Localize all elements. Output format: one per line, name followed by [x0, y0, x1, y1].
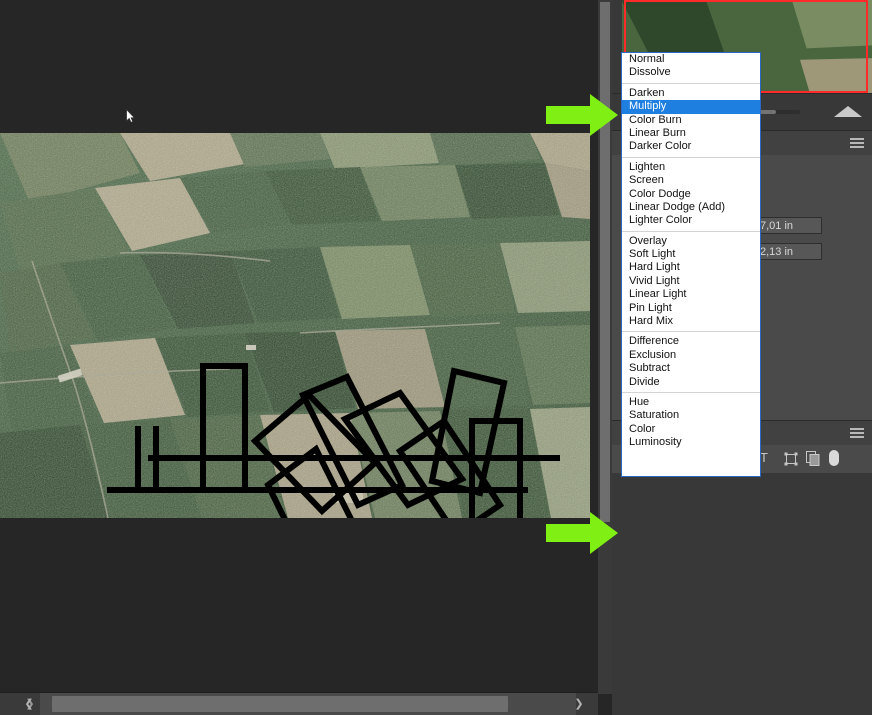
blend-mode-option-darken[interactable]: Darken	[622, 87, 760, 100]
menu-separator	[622, 156, 760, 158]
menu-separator	[622, 391, 760, 393]
image-canvas[interactable]	[0, 133, 590, 518]
mouse-cursor-icon	[126, 109, 135, 123]
horizontal-scrollbar[interactable]: ❯ ❮ ❯	[0, 692, 598, 715]
scroll-right-arrow-icon[interactable]: ❯	[570, 693, 588, 715]
blend-mode-option-luminosity[interactable]: Luminosity	[622, 436, 760, 449]
toggle-switch-icon[interactable]	[828, 449, 840, 467]
blend-mode-option-screen[interactable]: Screen	[622, 174, 760, 187]
blend-mode-option-overlay[interactable]: Overlay	[622, 235, 760, 248]
height-field[interactable]: 2,13 in	[754, 243, 822, 260]
canvas-artwork	[0, 133, 590, 518]
width-field[interactable]: 7,01 in	[754, 217, 822, 234]
blend-mode-option-saturation[interactable]: Saturation	[622, 409, 760, 422]
blend-mode-option-darker-color[interactable]: Darker Color	[622, 140, 760, 153]
menu-separator	[622, 331, 760, 333]
blend-mode-option-subtract[interactable]: Subtract	[622, 362, 760, 375]
blend-mode-option-linear-dodge-add[interactable]: Linear Dodge (Add)	[622, 201, 760, 214]
panel-menu-icon[interactable]	[850, 138, 864, 148]
blend-mode-option-hard-light[interactable]: Hard Light	[622, 261, 760, 274]
blend-mode-option-linear-light[interactable]: Linear Light	[622, 288, 760, 301]
blend-mode-option-color-burn[interactable]: Color Burn	[622, 114, 760, 127]
blend-mode-option-vivid-light[interactable]: Vivid Light	[622, 275, 760, 288]
panel-menu-icon[interactable]	[850, 428, 864, 438]
transform-box-icon[interactable]	[784, 452, 798, 466]
zoom-in-icon[interactable]	[834, 106, 862, 117]
photoshop-window: ❯ ❮ ❯ 7,01 in 2,13 in T Normal Dissolve …	[0, 0, 872, 715]
blend-mode-option-multiply[interactable]: Multiply	[622, 100, 760, 114]
blend-mode-option-soft-light[interactable]: Soft Light	[622, 248, 760, 261]
blend-mode-option-divide[interactable]: Divide	[622, 376, 760, 389]
blend-mode-option-lighter-color[interactable]: Lighter Color	[622, 214, 760, 227]
text-tool-icon[interactable]: T	[760, 450, 768, 465]
menu-separator	[622, 82, 760, 84]
blend-mode-option-lighten[interactable]: Lighten	[622, 161, 760, 174]
blend-mode-dropdown-menu[interactable]: Normal Dissolve Darken Multiply Color Burn Li…	[621, 52, 761, 477]
blend-mode-option-color[interactable]: Color	[622, 423, 760, 436]
duplicate-icon[interactable]	[806, 451, 820, 466]
blend-mode-option-normal[interactable]: Normal	[622, 53, 760, 66]
blend-mode-option-hard-mix[interactable]: Hard Mix	[622, 315, 760, 328]
blend-mode-option-exclusion[interactable]: Exclusion	[622, 349, 760, 362]
arrow-pointing-to-layer-3-copy-4	[546, 512, 618, 554]
hscroll-thumb[interactable]	[52, 696, 508, 712]
blend-mode-option-dissolve[interactable]: Dissolve	[622, 66, 760, 79]
blend-mode-option-difference[interactable]: Difference	[622, 335, 760, 348]
scroll-left-arrow-icon[interactable]: ❮	[20, 693, 38, 715]
blend-mode-option-pin-light[interactable]: Pin Light	[622, 302, 760, 315]
blend-mode-option-hue[interactable]: Hue	[622, 396, 760, 409]
vscroll-thumb[interactable]	[600, 2, 610, 522]
document-window: ❯ ❮ ❯	[0, 0, 598, 715]
arrow-pointing-to-multiply	[546, 94, 618, 136]
blend-mode-option-color-dodge[interactable]: Color Dodge	[622, 188, 760, 201]
blend-mode-option-linear-burn[interactable]: Linear Burn	[622, 127, 760, 140]
menu-separator	[622, 230, 760, 232]
